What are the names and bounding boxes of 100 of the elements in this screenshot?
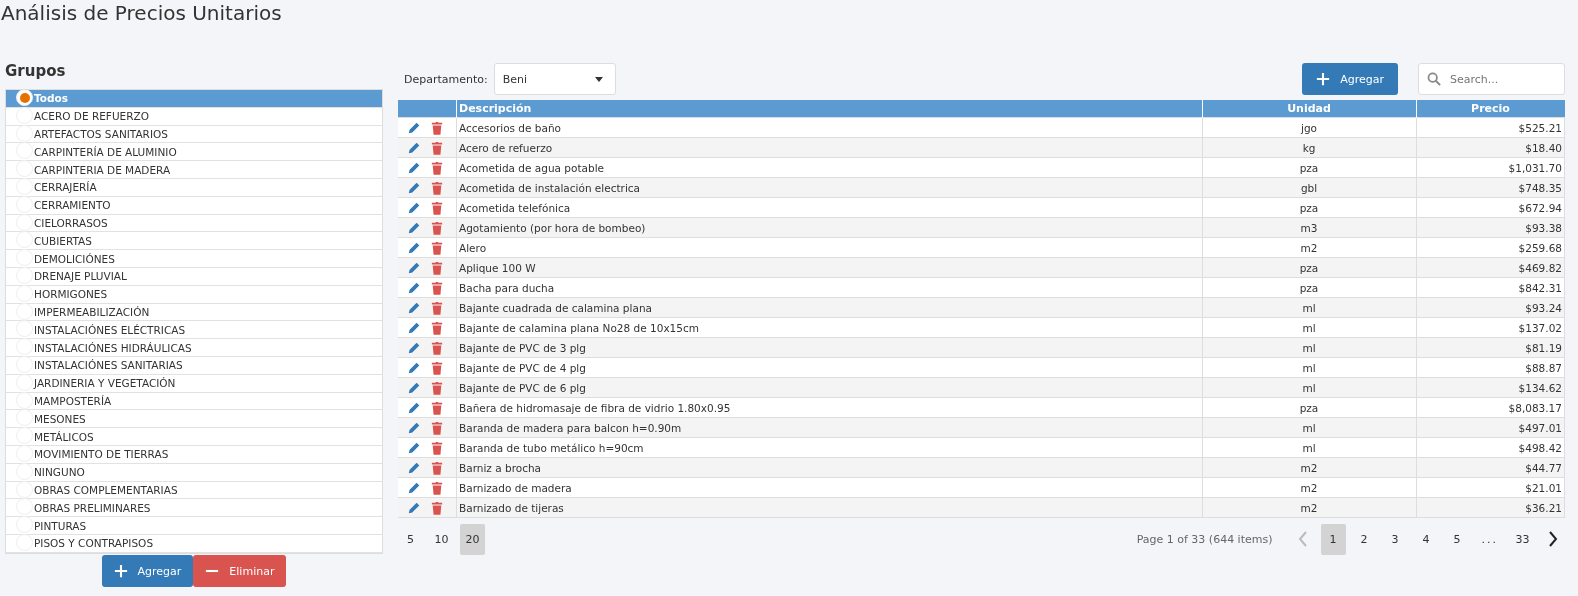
pencil-icon[interactable] [407, 320, 421, 335]
group-item[interactable]: ACERO DE REFUERZO [6, 107, 382, 126]
radio-button[interactable] [16, 195, 33, 213]
trash-icon[interactable] [431, 440, 443, 455]
group-item[interactable]: CERRAJERÍA [6, 179, 382, 197]
group-item[interactable]: METÁLICOS [6, 428, 382, 446]
group-item[interactable]: OBRAS PRELIMINARES [6, 499, 382, 518]
pencil-icon[interactable] [407, 440, 421, 455]
pencil-icon[interactable] [407, 180, 421, 195]
page-button[interactable]: 5 [1444, 523, 1470, 555]
trash-icon[interactable] [431, 460, 443, 475]
radio-button[interactable] [16, 427, 33, 445]
page-size-option[interactable]: 10 [429, 523, 454, 555]
trash-icon[interactable] [431, 220, 443, 235]
radio-button[interactable] [16, 498, 33, 516]
pencil-icon[interactable] [407, 480, 421, 495]
pencil-icon[interactable] [407, 120, 421, 135]
add-button[interactable]: Agregar [1302, 63, 1398, 95]
group-item[interactable]: MAMPOSTERÍA [6, 392, 382, 411]
group-item[interactable]: PINTURAS [6, 517, 382, 535]
trash-icon[interactable] [431, 120, 443, 135]
group-item[interactable]: DEMOLICIÓNES [6, 250, 382, 268]
radio-button[interactable] [16, 124, 33, 142]
group-item[interactable]: OBRAS COMPLEMENTARIAS [6, 481, 382, 500]
trash-icon[interactable] [431, 140, 443, 155]
trash-icon[interactable] [431, 180, 443, 195]
group-item[interactable]: CUBIERTAS [6, 232, 382, 251]
pencil-icon[interactable] [407, 260, 421, 275]
radio-button[interactable] [16, 373, 33, 391]
department-dropdown[interactable]: Beni [493, 63, 616, 95]
trash-icon[interactable] [431, 240, 443, 255]
add-button[interactable]: Agregar [101, 555, 194, 587]
radio-button[interactable] [16, 249, 33, 267]
radio-button[interactable] [16, 302, 33, 320]
group-item[interactable]: CIELORRASOS [6, 214, 382, 233]
page-button[interactable]: 1 [1320, 523, 1346, 555]
group-item[interactable]: PISOS Y CONTRAPISOS [6, 534, 382, 553]
pencil-icon[interactable] [407, 360, 421, 375]
page-size-option[interactable]: 20 [460, 523, 485, 555]
pencil-icon[interactable] [407, 220, 421, 235]
pencil-icon[interactable] [407, 400, 421, 415]
radio-button[interactable] [16, 355, 33, 373]
pencil-icon[interactable] [407, 140, 421, 155]
trash-icon[interactable] [431, 380, 443, 395]
pencil-icon[interactable] [407, 280, 421, 295]
group-item[interactable]: HORMIGONES [6, 285, 382, 304]
next-page-icon[interactable] [1547, 531, 1559, 547]
trash-icon[interactable] [431, 500, 443, 515]
group-item[interactable]: INSTALACIÓNES ELÉCTRICAS [6, 321, 382, 340]
pencil-icon[interactable] [407, 160, 421, 175]
trash-icon[interactable] [431, 400, 443, 415]
trash-icon[interactable] [431, 360, 443, 375]
pencil-icon[interactable] [407, 300, 421, 315]
radio-button[interactable] [16, 480, 33, 498]
trash-icon[interactable] [431, 340, 443, 355]
pencil-icon[interactable] [407, 340, 421, 355]
group-item[interactable]: INSTALACIÓNES HIDRÁULICAS [6, 339, 382, 357]
group-item[interactable]: MESONES [6, 410, 382, 429]
trash-icon[interactable] [431, 300, 443, 315]
trash-icon[interactable] [431, 200, 443, 215]
delete-button[interactable]: Eliminar [193, 555, 287, 587]
trash-icon[interactable] [431, 480, 443, 495]
group-item[interactable]: CARPINTERÍA DE ALUMINIO [6, 143, 382, 162]
group-item[interactable]: IMPERMEABILIZACIÓN [6, 303, 382, 322]
page-size-option[interactable]: 5 [398, 523, 423, 555]
search-field[interactable]: Search... [1418, 63, 1565, 95]
trash-icon[interactable] [431, 260, 443, 275]
group-item[interactable]: ARTEFACTOS SANITARIOS [6, 125, 382, 144]
page-button[interactable]: 33 [1510, 523, 1535, 555]
radio-button[interactable] [16, 90, 33, 106]
trash-icon[interactable] [431, 280, 443, 295]
group-item[interactable]: DRENAJE PLUVIAL [6, 267, 382, 286]
radio-button[interactable] [16, 284, 33, 302]
group-item[interactable]: JARDINERIA Y VEGETACIÓN [6, 374, 382, 393]
group-item[interactable]: NINGUNO [6, 463, 382, 482]
pencil-icon[interactable] [407, 200, 421, 215]
radio-button[interactable] [16, 462, 33, 480]
radio-button[interactable] [16, 178, 33, 195]
group-item[interactable]: INSTALACIÓNES SANITARIAS [6, 356, 382, 375]
page-button[interactable]: 3 [1382, 523, 1408, 555]
radio-button[interactable] [16, 516, 33, 534]
radio-button[interactable] [16, 266, 33, 284]
group-item[interactable]: CERRAMIENTO [6, 196, 382, 215]
radio-button[interactable] [16, 142, 33, 160]
radio-button[interactable] [16, 213, 33, 231]
page-button[interactable]: 2 [1351, 523, 1377, 555]
group-item[interactable]: MOVIMIENTO DE TIERRAS [6, 445, 382, 464]
radio-button[interactable] [16, 409, 33, 427]
page-button[interactable]: 4 [1413, 523, 1439, 555]
pencil-icon[interactable] [407, 240, 421, 255]
radio-button[interactable] [16, 444, 33, 462]
group-item[interactable]: CARPINTERIA DE MADERA [6, 161, 382, 179]
trash-icon[interactable] [431, 160, 443, 175]
pencil-icon[interactable] [407, 500, 421, 515]
trash-icon[interactable] [431, 320, 443, 335]
radio-button[interactable] [16, 533, 33, 551]
pencil-icon[interactable] [407, 460, 421, 475]
pencil-icon[interactable] [407, 380, 421, 395]
trash-icon[interactable] [431, 420, 443, 435]
radio-button[interactable] [16, 338, 33, 356]
